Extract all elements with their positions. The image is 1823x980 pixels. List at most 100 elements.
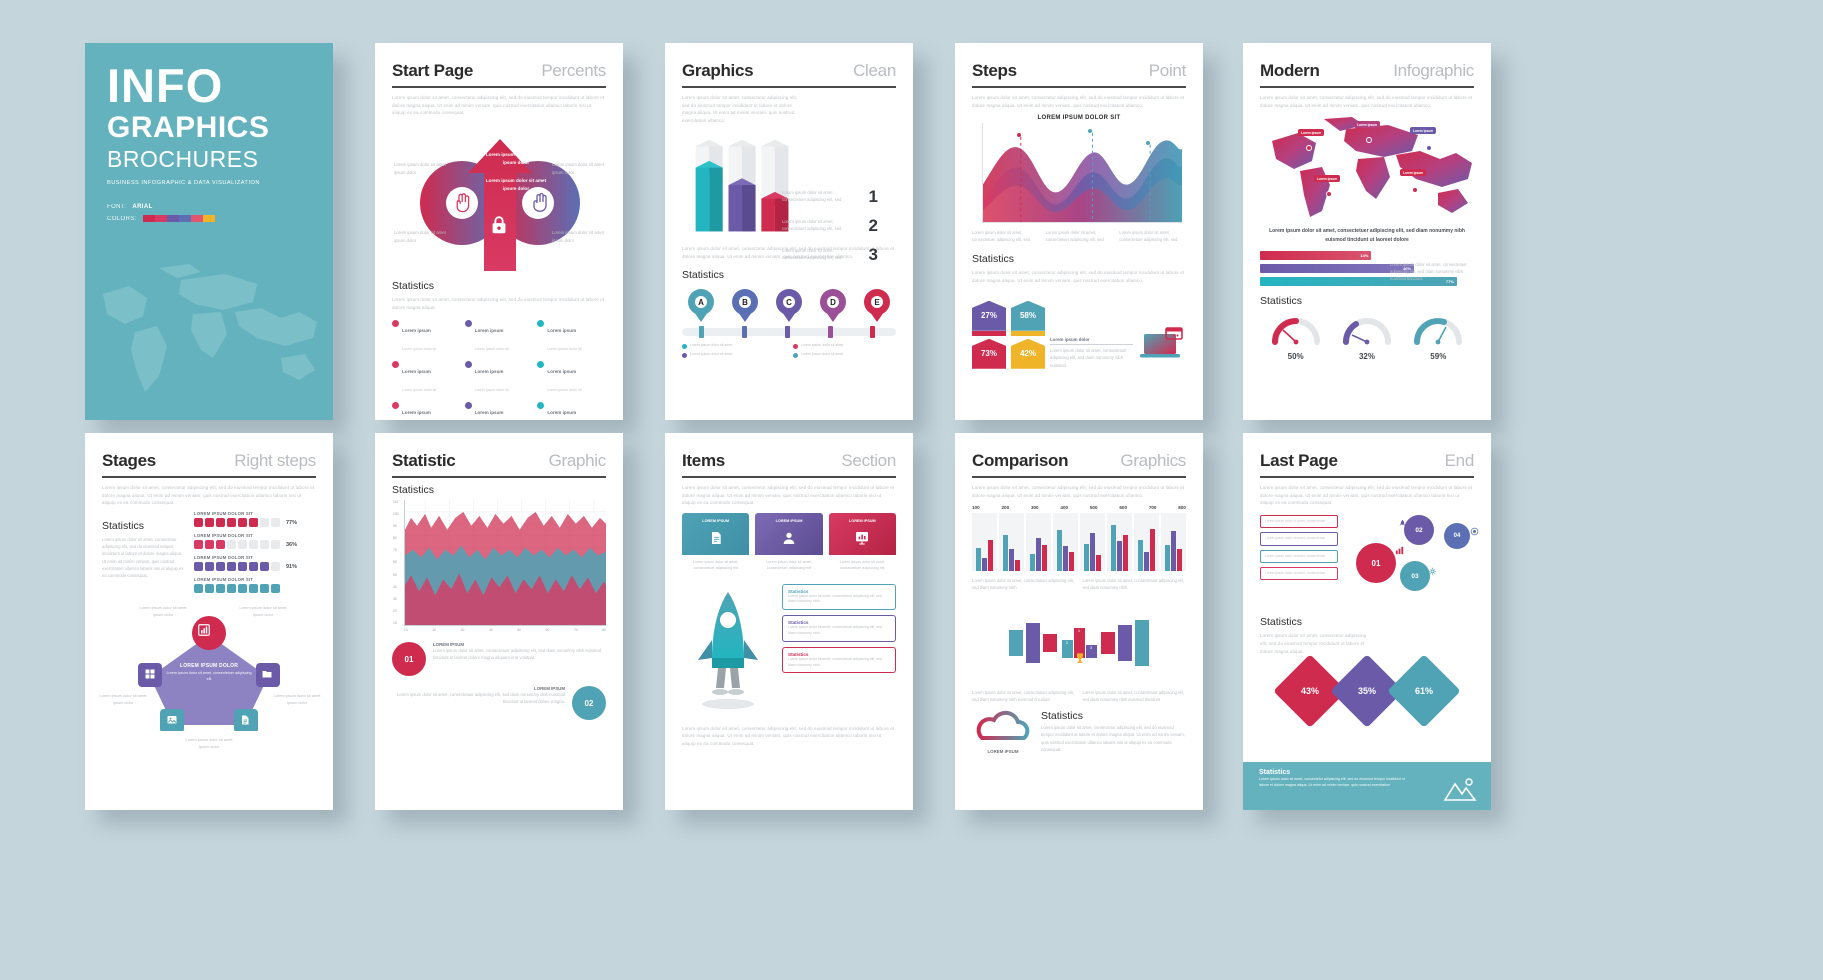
pin-marker-b[interactable]: B xyxy=(732,289,758,323)
list-item[interactable]: Lorem ipsumLorem ipsum dolor sit xyxy=(464,401,534,420)
bar-row[interactable]: LOREM IPSUM DOLOR SIT 91% xyxy=(194,555,316,572)
bullet-icon xyxy=(464,319,472,327)
bar-row[interactable]: LOREM IPSUM DOLOR SIT 36% xyxy=(194,533,316,550)
gauge-1[interactable]: 50% xyxy=(1270,315,1322,361)
percent-column-1[interactable]: 27% 73% xyxy=(972,300,1006,369)
badge-row-2[interactable]: 02 LOREM IPSUM Lorem ipsum dolor sit ame… xyxy=(392,686,606,720)
statistics-heading: Statistics xyxy=(972,253,1015,266)
list-item[interactable]: Lorem ipsumLorem ipsum dolor sit xyxy=(537,319,606,355)
cloud-section: LOREM IPSUM Statistics Lorem ipsum dolor… xyxy=(972,710,1186,754)
grouped-bar-chart[interactable] xyxy=(972,513,1186,572)
cover-subtitle-2: BROCHURES xyxy=(107,146,259,173)
list-item[interactable]: Lorem ipsum dolor sit amet, consectetuer… xyxy=(782,187,878,207)
map-tag[interactable]: Lorem ipsum xyxy=(1298,129,1325,137)
pin-marker-a[interactable]: A xyxy=(688,289,714,323)
hand-click-icon xyxy=(456,193,470,213)
percent-card: Lorem ipsum dolor Lorem ipsum dolor sit … xyxy=(1050,337,1133,368)
badge-03[interactable]: 03 xyxy=(1400,561,1430,592)
gauge-3[interactable]: 59% xyxy=(1412,315,1464,361)
page-comparison[interactable]: Comparison Graphics Lorem ipsum dolor si… xyxy=(955,433,1203,810)
bar-row[interactable]: LOREM IPSUM DOLOR SIT 77% xyxy=(194,511,316,528)
rocket-icon xyxy=(1399,519,1406,526)
rocket-illustration xyxy=(682,584,774,719)
list-item[interactable]: Lorem ipsumLorem ipsum dolor sit xyxy=(392,319,461,355)
list-item[interactable]: Lorem ipsum dolor sit amet, consectetuer… xyxy=(782,245,878,265)
page-items[interactable]: Items Section Lorem ipsum dolor sit amet… xyxy=(665,433,913,810)
header-rule xyxy=(972,476,1186,478)
icon-card-2[interactable]: LOREM IPSUM Lorem ipsum dolor sit amet, … xyxy=(755,513,823,576)
pin-marker-d[interactable]: D xyxy=(820,289,846,323)
bar-row[interactable]: 14% xyxy=(1260,251,1474,261)
stat-card[interactable]: Statistics Lorem ipsum dolor sit amet, c… xyxy=(782,615,896,642)
stat-card[interactable]: Statistics Lorem ipsum dolor sit amet, c… xyxy=(782,583,896,611)
bar-label: LOREM IPSUM DOLOR SIT xyxy=(194,555,254,561)
list-item[interactable]: Lorem ipsum dolor sit amet, consectetuer xyxy=(1260,515,1338,529)
legend-label: Lorem ipsum dolor sit amet xyxy=(801,343,844,348)
list-item[interactable]: Lorem ipsumLorem ipsum dolor sit xyxy=(392,401,461,420)
list-item[interactable]: Lorem ipsum dolor sit amet xyxy=(793,352,896,359)
badge-04[interactable]: 04 xyxy=(1444,523,1470,550)
map-tag[interactable]: Lorem ipsum xyxy=(1400,169,1427,177)
bar-row[interactable]: LOREM IPSUM DOLOR SIT xyxy=(194,577,316,594)
page-subtitle: Section xyxy=(841,451,896,470)
node-label: Lorem ipsum dolor sit amet ipsum dolor xyxy=(273,693,321,705)
document-icon xyxy=(711,532,721,545)
list-item[interactable]: Lorem ipsumLorem ipsum dolor sit xyxy=(537,401,606,420)
rocket-icon xyxy=(698,591,758,709)
list-item[interactable]: Lorem ipsumLorem ipsum dolor sit xyxy=(464,360,534,396)
list-item[interactable]: Lorem ipsumLorem ipsum dolor sit xyxy=(392,360,461,396)
pin-marker-c[interactable]: C xyxy=(776,289,802,323)
segmented-bars: LOREM IPSUM DOLOR SIT 77% LOREM IPSUM DO… xyxy=(194,511,316,594)
list-item[interactable]: Lorem ipsum dolor sit amet, consectetuer xyxy=(1260,549,1338,563)
percent-column-2[interactable]: 58% 42% xyxy=(1011,291,1045,369)
page-title: Items xyxy=(682,451,725,470)
bar-label: LOREM IPSUM DOLOR SIT xyxy=(194,511,254,517)
list-item[interactable]: Lorem ipsum dolor sit amet xyxy=(682,343,785,350)
list-item[interactable]: Lorem ipsum dolor sit amet xyxy=(793,343,896,350)
cover-meta: FONT: ARIAL COLORS: xyxy=(107,204,311,223)
icon-card-3[interactable]: LOREM IPSUM Lorem ipsum dolor sit amet, … xyxy=(828,513,896,576)
map-tag[interactable]: Lorem ipsum xyxy=(1314,175,1341,183)
icon-card-1[interactable]: LOREM IPSUM Lorem ipsum dolor sit amet, … xyxy=(682,513,750,576)
page-statistic[interactable]: Statistic Graphic Statistics 110 100 90 80 7… xyxy=(375,433,623,810)
bar-percent: 77% xyxy=(286,519,298,526)
pin-letter: B xyxy=(739,296,751,309)
diamond-3[interactable]: 61% xyxy=(1387,654,1461,728)
list-item[interactable]: Lorem ipsum dolor sit amet, consectetuer xyxy=(1260,566,1338,581)
world-map-chart[interactable]: Lorem ipsum Lorem ipsum Lorem ipsum Lore… xyxy=(1260,113,1474,221)
scale-tick: 800 xyxy=(1178,505,1186,511)
arrow-text-2: Lorem ipsum dolor sit amet ipsum dolor xyxy=(485,178,547,191)
page-cover[interactable]: INFO GRAPHICS BROCHURES BUSINESS INFOGRA… xyxy=(85,43,333,420)
page-modern[interactable]: Modern Infographic Lorem ipsum dolor sit… xyxy=(1243,43,1491,420)
list-item[interactable]: Lorem ipsumLorem ipsum dolor sit xyxy=(537,360,606,396)
page-subtitle: Graphics xyxy=(1120,451,1186,470)
badge-row-1[interactable]: 01 LOREM IPSUM Lorem ipsum dolor sit ame… xyxy=(392,642,606,676)
item-text: Lorem ipsum dolor sit amet, consectetuer… xyxy=(782,218,842,231)
page-start-page[interactable]: Start Page Percents Lorem ipsum dolor si… xyxy=(375,43,623,420)
page-last-page[interactable]: Last Page End Lorem ipsum dolor sit amet… xyxy=(1243,433,1491,810)
item-number: 1 xyxy=(868,186,878,206)
page-title: Steps xyxy=(972,61,1017,80)
pin-marker-e[interactable]: E xyxy=(864,289,890,323)
podium-chart[interactable]: 2 1 3 xyxy=(972,600,1186,686)
map-tag[interactable]: Lorem ipsum xyxy=(1354,121,1381,129)
diamond-value: 35% xyxy=(1357,686,1377,697)
target-icon xyxy=(1470,527,1479,536)
badge-02[interactable]: 02 xyxy=(1404,515,1434,546)
page-steps[interactable]: Steps Point Lorem ipsum dolor sit amet, … xyxy=(955,43,1203,420)
stat-card-list: Statistics Lorem ipsum dolor sit amet, c… xyxy=(782,583,896,719)
map-tag[interactable]: Lorem ipsum xyxy=(1410,127,1437,135)
badge-01[interactable]: 01 xyxy=(1356,543,1396,584)
numbered-list: Lorem ipsum dolor sit amet, consectetuer… xyxy=(782,187,878,274)
list-item[interactable]: Lorem ipsumLorem ipsum dolor sit xyxy=(464,319,534,355)
stat-card[interactable]: Statistics Lorem ipsum dolor sit amet, c… xyxy=(782,646,896,674)
line-area-chart[interactable]: 110 100 90 80 70 60 50 40 30 20 10 xyxy=(393,500,606,626)
page-graphics[interactable]: Graphics Clean Lorem ipsum dolor sit ame… xyxy=(665,43,913,420)
list-item[interactable]: Lorem ipsum dolor sit amet xyxy=(682,352,785,359)
progress-track[interactable] xyxy=(682,326,896,339)
page-stages[interactable]: Stages Right steps Lorem ipsum dolor sit… xyxy=(85,433,333,810)
list-item[interactable]: Lorem ipsum dolor sit amet, consectetuer xyxy=(1260,532,1338,546)
gauge-2[interactable]: 32% xyxy=(1341,315,1393,361)
list-item[interactable]: Lorem ipsum dolor sit amet, consectetuer… xyxy=(782,216,878,236)
bullet-icon xyxy=(537,401,545,409)
